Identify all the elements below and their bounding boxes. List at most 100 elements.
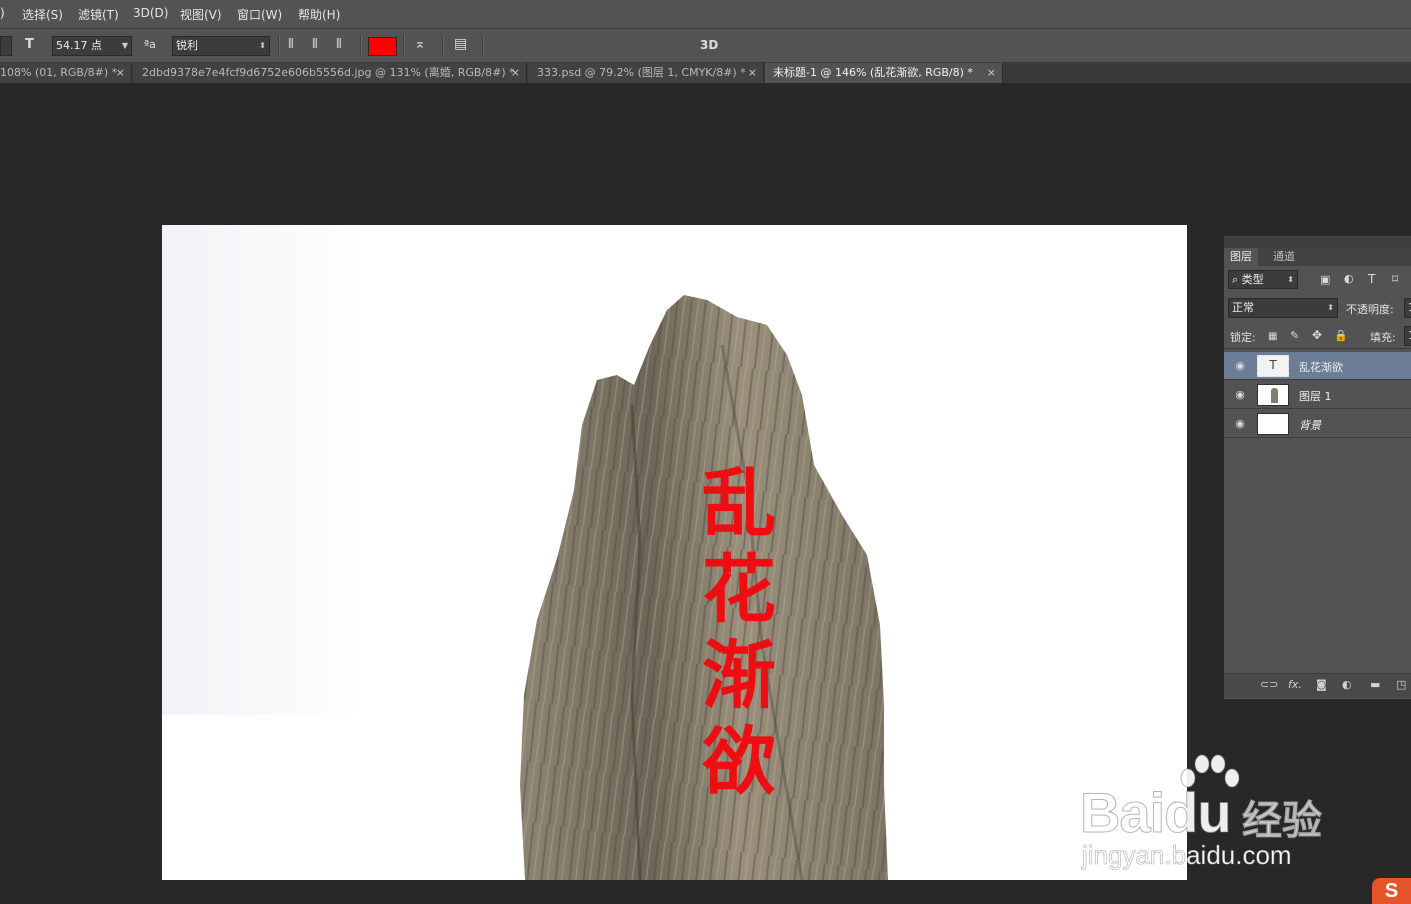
fx-icon[interactable]: fx. (1288, 678, 1302, 691)
lock-all-icon[interactable]: 🔒 (1334, 329, 1348, 343)
divider (278, 35, 280, 57)
link-icon[interactable]: ⊂⊃ (1260, 678, 1278, 691)
layer-row-text[interactable]: ◉ T 乱花渐欲 (1224, 352, 1411, 380)
text-char: 乱 (702, 461, 776, 547)
layer-filter-row: ⌕ 类型 ⬍ ▣ ◐ T ⌑ (1224, 270, 1411, 292)
menu-item-edit-partial[interactable]: ) (0, 6, 5, 20)
watermark-url: jingyan.baidu.com (1082, 840, 1292, 871)
divider (442, 35, 444, 57)
tab-document-2[interactable]: 2dbd9378e7e4fcf9d6752e606b5556d.jpg @ 13… (133, 63, 527, 83)
watermark-jingyan: 经验 (1242, 798, 1323, 845)
panel-tabs: 图层 通道 (1224, 248, 1411, 266)
options-bar: T 54.17 点 ▼ ªa 锐利 ⬍ ⦀ ⦀ ⦀ ⌅ ▤ 3D (0, 29, 1411, 63)
close-icon[interactable]: × (116, 63, 125, 83)
watermark-brand: Baidu (1079, 780, 1232, 845)
brand-du: du (1164, 781, 1232, 845)
menu-item-help[interactable]: 帮助(H) (298, 6, 340, 23)
layer-name: 乱花渐欲 (1299, 361, 1343, 374)
fill-field[interactable]: 1 (1404, 326, 1411, 346)
lock-pixels-icon[interactable]: ✎ (1290, 329, 1299, 343)
adjustment-filter-icon[interactable]: ◐ (1344, 272, 1354, 286)
blend-mode-dropdown[interactable]: 正常 ⬍ (1228, 298, 1338, 318)
menu-item-select[interactable]: 选择(S) (22, 6, 63, 23)
fill-label: 填充: (1370, 331, 1396, 344)
text-char: 渐 (702, 633, 776, 719)
lock-transparent-icon[interactable]: ▦ (1268, 330, 1277, 344)
layer-row-background[interactable]: ◉ 背景 (1224, 410, 1411, 438)
tab-document-active[interactable]: 未标题-1 @ 146% (乱花渐欲, RGB/8) * × (765, 63, 1003, 83)
layer-name: 背景 (1299, 419, 1321, 432)
filter-kind-value: 类型 (1241, 273, 1264, 286)
antialias-dropdown[interactable]: 锐利 ⬍ (172, 36, 270, 56)
menu-item-view[interactable]: 视图(V) (180, 6, 222, 23)
updown-arrow-icon: ⬍ (1327, 303, 1334, 312)
lock-position-icon[interactable]: ✥ (1312, 328, 1322, 342)
baidu-jingyan-watermark: Baidu 经验 jingyan.baidu.com (1079, 752, 1380, 872)
tab-document-3[interactable]: 333.psd @ 79.2% (图层 1, CMYK/8#) * × (528, 63, 764, 83)
layer-thumbnail-image (1257, 384, 1289, 406)
lock-label: 锁定: (1230, 331, 1256, 344)
sogou-ime-icon[interactable]: S (1372, 878, 1411, 904)
updown-arrow-icon: ⬍ (1287, 275, 1294, 284)
divider (403, 35, 405, 57)
document-tab-bar: 108% (01, RGB/8#) * × 2dbd9378e7e4fcf9d6… (0, 63, 1411, 83)
text-char: 花 (702, 547, 776, 633)
brand-text: Bai (1079, 781, 1165, 845)
layers-panel: 图层 通道 ⌕ 类型 ⬍ ▣ ◐ T ⌑ 正常 ⬍ 不透明度: 1 锁定: ▦ … (1224, 236, 1411, 699)
font-style-dropdown[interactable] (0, 36, 12, 56)
tab-channels[interactable]: 通道 (1267, 248, 1301, 266)
layers-panel-footer: ⊂⊃ fx. ◙ ◐ ▬ ◳ (1224, 673, 1411, 698)
mask-icon[interactable]: ◙ (1316, 678, 1327, 691)
lock-row: 锁定: ▦ ✎ ✥ 🔒 填充: 1 (1224, 326, 1411, 349)
menu-item-window[interactable]: 窗口(W) (237, 6, 282, 23)
folder-icon[interactable]: ▬ (1370, 678, 1380, 691)
close-icon[interactable]: × (748, 63, 757, 83)
tab-label: 333.psd @ 79.2% (图层 1, CMYK/8#) * (537, 66, 746, 79)
tab-document-1[interactable]: 108% (01, RGB/8#) * × (0, 63, 132, 83)
align-center-icon[interactable]: ⦀ (312, 38, 318, 52)
antialias-value: 锐利 (176, 39, 198, 52)
document-canvas[interactable]: 乱 花 渐 欲 (162, 225, 1187, 880)
antialias-icon: ªa (144, 38, 156, 51)
text-color-swatch[interactable] (368, 37, 397, 56)
panel-grip[interactable] (1224, 237, 1411, 248)
eye-icon[interactable]: ◉ (1233, 417, 1247, 431)
eye-icon[interactable]: ◉ (1233, 388, 1247, 402)
align-left-icon[interactable]: ⦀ (288, 38, 294, 52)
chevron-down-icon[interactable]: ▼ (122, 37, 128, 55)
layer-row-image[interactable]: ◉ 图层 1 (1224, 381, 1411, 409)
warp-text-icon[interactable]: ⌅ (414, 37, 426, 51)
layer-name: 图层 1 (1299, 390, 1332, 403)
close-icon[interactable]: × (511, 63, 520, 83)
divider (360, 35, 362, 57)
image-filter-icon[interactable]: ▣ (1320, 273, 1330, 287)
layer-thumbnail-background (1257, 413, 1289, 435)
eye-icon[interactable]: ◉ (1233, 359, 1247, 373)
menu-bar: ) 选择(S) 滤镜(T) 3D(D) 视图(V) 窗口(W) 帮助(H) (0, 0, 1411, 29)
shape-filter-icon[interactable]: ⌑ (1392, 272, 1398, 286)
3d-mode-button[interactable]: 3D (700, 38, 718, 52)
tab-label: 未标题-1 @ 146% (乱花渐欲, RGB/8) * (773, 66, 973, 79)
updown-arrow-icon: ⬍ (259, 41, 266, 50)
align-right-icon[interactable]: ⦀ (336, 38, 342, 52)
vertical-text-layer[interactable]: 乱 花 渐 欲 (674, 461, 804, 805)
text-char: 欲 (702, 719, 776, 805)
font-size-icon: T (25, 37, 34, 52)
search-icon: ⌕ (1232, 273, 1239, 286)
character-panel-icon[interactable]: ▤ (454, 37, 467, 51)
menu-item-3d[interactable]: 3D(D) (133, 6, 168, 20)
font-size-field[interactable]: 54.17 点 ▼ (52, 36, 132, 56)
blend-mode-value: 正常 (1232, 301, 1254, 314)
new-layer-icon[interactable]: ◳ (1396, 678, 1406, 691)
layer-filter-dropdown[interactable]: ⌕ 类型 ⬍ (1228, 270, 1298, 289)
menu-item-filter[interactable]: 滤镜(T) (78, 6, 119, 23)
tab-label: 2dbd9378e7e4fcf9d6752e606b5556d.jpg @ 13… (142, 66, 515, 79)
rock-thumbnail (1271, 388, 1278, 403)
tab-label: 108% (01, RGB/8#) * (0, 66, 118, 79)
type-filter-icon[interactable]: T (1368, 272, 1375, 286)
font-size-value: 54.17 点 (56, 39, 102, 52)
tab-layers[interactable]: 图层 (1224, 248, 1258, 266)
opacity-field[interactable]: 1 (1404, 298, 1411, 318)
close-icon[interactable]: × (987, 63, 996, 83)
adjustment-icon[interactable]: ◐ (1342, 678, 1352, 691)
